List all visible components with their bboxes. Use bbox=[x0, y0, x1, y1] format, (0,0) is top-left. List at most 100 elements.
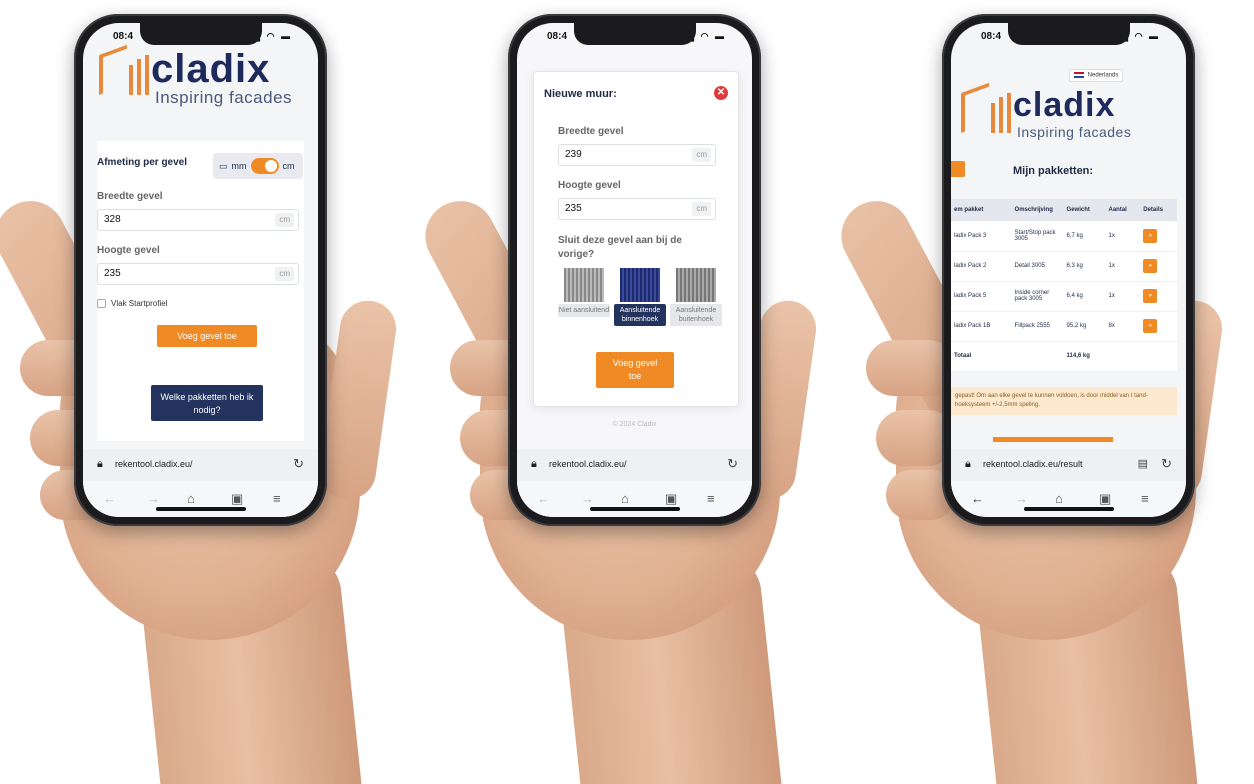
lock-icon: 🔒︎ bbox=[97, 458, 103, 470]
height-unit: cm bbox=[275, 267, 294, 281]
width-input[interactable]: 239 cm bbox=[558, 144, 716, 166]
reload-icon[interactable]: ↻ bbox=[293, 456, 304, 472]
col-header: Aantal bbox=[1105, 199, 1141, 221]
option-inner-corner[interactable]: Aansluitende binnenhoek bbox=[614, 268, 666, 326]
height-input[interactable]: 235 cm bbox=[97, 263, 299, 285]
close-icon[interactable]: ✕ bbox=[714, 86, 728, 100]
home-indicator bbox=[155, 507, 246, 511]
browser-url-bar[interactable]: 🔒︎ rekentool.cladix.eu/result ▤ ↻ bbox=[951, 449, 1186, 481]
back-icon[interactable]: ← bbox=[103, 491, 116, 506]
unit-mm-label: mm bbox=[231, 161, 247, 171]
inner-corner-icon bbox=[620, 268, 660, 302]
col-header: em pakket bbox=[951, 199, 1012, 221]
notch bbox=[139, 23, 262, 45]
which-packages-button[interactable]: Welke pakketten heb ik nodig? bbox=[151, 385, 263, 421]
unit-toggle[interactable]: ▭ mm cm bbox=[213, 153, 303, 179]
home-icon[interactable]: ⌂ bbox=[621, 491, 629, 506]
packages-title: Mijn pakketten: bbox=[1013, 165, 1094, 177]
table-header-row: em pakket Omschrijving Gewicht Aantal De… bbox=[951, 199, 1177, 221]
cell-pakket: ladix Pack 5 bbox=[951, 281, 1012, 312]
home-icon[interactable]: ⌂ bbox=[1055, 491, 1063, 506]
forward-icon[interactable]: → bbox=[581, 491, 594, 506]
status-time: 08:4 bbox=[547, 31, 568, 42]
total-weight: 114,6 kg bbox=[1063, 341, 1106, 372]
footer-text: © 2024 Cladix bbox=[612, 421, 657, 428]
menu-icon[interactable]: ≡ bbox=[1141, 491, 1149, 506]
width-value: 328 bbox=[104, 214, 121, 225]
tabs-icon[interactable]: ▣ bbox=[231, 491, 243, 507]
section-title: Afmeting per gevel bbox=[97, 157, 188, 168]
tabs-icon[interactable]: ▣ bbox=[1099, 491, 1111, 507]
height-unit: cm bbox=[692, 202, 711, 216]
height-input[interactable]: 235 cm bbox=[558, 198, 716, 220]
option-label: Aansluitende binnenhoek bbox=[614, 304, 666, 326]
table-row: ladix Pack 2 Detail 3005 6,3 kg 1x » bbox=[951, 251, 1177, 282]
width-label: Breedte gevel bbox=[97, 191, 163, 202]
checkbox-label: Vlak Startprofiel bbox=[111, 299, 168, 308]
flag-icon bbox=[1074, 72, 1084, 78]
checkbox[interactable] bbox=[97, 299, 106, 308]
ruler-icon: ▭ bbox=[219, 160, 228, 171]
browser-nav-bar: ← → ⌂ ▣ ≡ bbox=[517, 481, 752, 517]
cell-pakket: ladix Pack 2 bbox=[951, 251, 1012, 282]
details-button[interactable]: » bbox=[1143, 319, 1158, 333]
browser-url-bar[interactable]: 🔒︎ rekentool.cladix.eu/ ↻ bbox=[83, 449, 318, 481]
browser-url-bar[interactable]: 🔒︎ rekentool.cladix.eu/ ↻ bbox=[517, 449, 752, 481]
forward-icon[interactable]: → bbox=[1015, 491, 1028, 506]
cell-gewicht: 6,4 kg bbox=[1063, 281, 1106, 312]
add-facade-button[interactable]: Voeg gevel toe bbox=[596, 352, 674, 388]
language-selector[interactable]: Nederlands bbox=[1069, 69, 1124, 82]
details-button[interactable]: » bbox=[1143, 289, 1158, 303]
unit-switch[interactable] bbox=[250, 158, 279, 174]
home-icon[interactable]: ⌂ bbox=[187, 491, 195, 506]
cell-aantal: 1x bbox=[1105, 281, 1141, 312]
height-value: 235 bbox=[104, 268, 121, 279]
startprofiel-checkbox-row[interactable]: Vlak Startprofiel bbox=[97, 299, 167, 308]
height-label: Hoogte gevel bbox=[558, 180, 621, 191]
home-indicator bbox=[1023, 507, 1114, 511]
back-button[interactable] bbox=[951, 161, 965, 177]
reload-icon[interactable]: ↻ bbox=[1161, 456, 1172, 472]
option-not-connected[interactable]: Niet aansluitend bbox=[558, 268, 610, 317]
logo-word: cladix bbox=[1013, 86, 1116, 124]
logo-word: cladix bbox=[151, 47, 271, 91]
reader-icon[interactable]: ▤ bbox=[1138, 457, 1148, 470]
logo-tagline: Inspiring facades bbox=[1017, 124, 1132, 140]
cell-pakket: ladix Pack 3 bbox=[951, 221, 1012, 252]
orange-divider bbox=[993, 437, 1113, 442]
width-unit: cm bbox=[275, 213, 294, 227]
home-indicator bbox=[589, 507, 680, 511]
details-button[interactable]: » bbox=[1143, 259, 1158, 273]
width-unit: cm bbox=[692, 148, 711, 162]
unit-cm-label: cm bbox=[282, 161, 295, 171]
width-value: 239 bbox=[565, 149, 582, 160]
menu-icon[interactable]: ≡ bbox=[273, 491, 281, 506]
height-label: Hoogte gevel bbox=[97, 245, 160, 256]
col-header: Gewicht bbox=[1063, 199, 1106, 221]
logo-tagline: Inspiring facades bbox=[155, 88, 293, 107]
reload-icon[interactable]: ↻ bbox=[727, 456, 738, 472]
total-label: Totaal bbox=[951, 341, 1012, 372]
notch bbox=[573, 23, 696, 45]
tabs-icon[interactable]: ▣ bbox=[665, 491, 677, 507]
cell-aantal: 1x bbox=[1105, 221, 1141, 252]
modal-title: Nieuwe muur: bbox=[544, 88, 617, 100]
forward-icon[interactable]: → bbox=[147, 491, 160, 506]
outer-corner-icon bbox=[676, 268, 716, 302]
cladix-logo: cladix Inspiring facades bbox=[961, 82, 1132, 141]
table-row: ladix Pack 3 Start/Stop pack 3005 6,7 kg… bbox=[951, 221, 1177, 252]
logo-mark-icon bbox=[99, 44, 151, 95]
width-input[interactable]: 328 cm bbox=[97, 209, 299, 231]
back-icon[interactable]: ← bbox=[537, 491, 550, 506]
url-text: rekentool.cladix.eu/ bbox=[549, 459, 627, 469]
option-outer-corner[interactable]: Aansluitende buitenhoek bbox=[670, 268, 722, 326]
cladix-logo: cladix Inspiring facades bbox=[99, 44, 293, 107]
lock-icon: 🔒︎ bbox=[531, 458, 537, 470]
table-row: ladix Pack 1B Fillpack 2555 95,2 kg 8x » bbox=[951, 311, 1177, 342]
packages-table: em pakket Omschrijving Gewicht Aantal De… bbox=[951, 199, 1177, 372]
add-facade-button[interactable]: Voeg gevel toe bbox=[157, 325, 257, 347]
details-button[interactable]: » bbox=[1143, 228, 1158, 243]
total-row: Totaal 114,6 kg bbox=[951, 341, 1177, 372]
menu-icon[interactable]: ≡ bbox=[707, 491, 715, 506]
back-icon[interactable]: ← bbox=[971, 491, 984, 506]
